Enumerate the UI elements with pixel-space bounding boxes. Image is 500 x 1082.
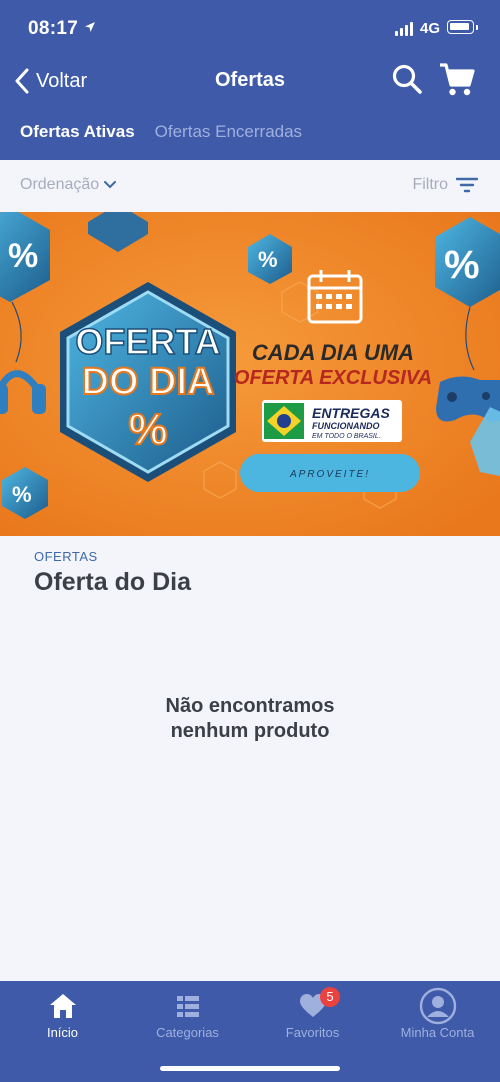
- home-indicator: [160, 1066, 340, 1071]
- favorites-badge: 5: [320, 987, 340, 1007]
- svg-text:%: %: [258, 247, 278, 272]
- search-icon: [392, 64, 422, 94]
- filter-icon: [456, 177, 478, 193]
- user-icon: [419, 987, 456, 1025]
- svg-text:%: %: [12, 482, 32, 507]
- tab-closed-offers[interactable]: Ofertas Encerradas: [155, 122, 302, 142]
- empty-state-line1: Não encontramos: [165, 695, 335, 717]
- status-bar: 08:17 4G: [0, 0, 500, 58]
- empty-state-line2: nenhum produto: [170, 720, 330, 742]
- tabbar-item-favorites[interactable]: 5 Favoritos: [250, 987, 375, 1040]
- tabbar-item-account[interactable]: Minha Conta: [375, 987, 500, 1040]
- filter-button[interactable]: Filtro: [412, 176, 478, 194]
- location-arrow-icon: [85, 22, 95, 32]
- sort-label: Ordenação: [20, 176, 100, 193]
- promo-banner-art: % % % % OFERTA DO DIA % CADA DIA UMA OFE…: [0, 212, 500, 536]
- svg-text:%: %: [444, 243, 480, 287]
- svg-text:%: %: [8, 237, 38, 275]
- banner-cta-button: APROVEITE!: [240, 454, 420, 492]
- delivery-line1: ENTREGAS: [312, 405, 390, 421]
- chevron-down-icon: [104, 181, 117, 189]
- status-time: 08:17: [28, 18, 79, 39]
- signal-icon: [395, 22, 413, 36]
- cart-button[interactable]: [438, 60, 476, 98]
- promo-banner[interactable]: % % % % OFERTA DO DIA % CADA DIA UMA OFE…: [0, 212, 500, 536]
- sort-dropdown[interactable]: Ordenação: [20, 176, 117, 194]
- offer-tabs: Ofertas Ativas Ofertas Encerradas: [20, 122, 302, 142]
- grid-icon: [176, 996, 199, 1017]
- tabbar-item-home[interactable]: Início: [0, 989, 125, 1040]
- tab-active-offers[interactable]: Ofertas Ativas: [20, 122, 135, 142]
- banner-headline-1: CADA DIA UMA: [252, 340, 414, 365]
- battery-icon: [447, 20, 474, 34]
- app-header: 08:17 4G Voltar Ofertas Ofertas Ativas O…: [0, 0, 500, 160]
- tabbar-label-account: Minha Conta: [400, 1025, 475, 1040]
- home-icon: [49, 994, 76, 1018]
- search-button[interactable]: [390, 62, 424, 96]
- cart-icon: [440, 63, 475, 96]
- tabbar-label-home: Início: [46, 1025, 79, 1040]
- network-type: 4G: [420, 20, 441, 37]
- section-title: Oferta do Dia: [34, 568, 191, 596]
- banner-cta-label: APROVEITE!: [289, 469, 370, 480]
- section-label: OFERTAS: [34, 549, 98, 564]
- delivery-line2: FUNCIONANDO: [312, 421, 380, 431]
- battery-tip: [476, 25, 478, 30]
- empty-state-message: Não encontramos nenhum produto: [0, 694, 500, 744]
- tabbar-label-categories: Categorias: [156, 1025, 219, 1040]
- filter-label: Filtro: [412, 176, 448, 193]
- tabbar-label-favorites: Favoritos: [285, 1025, 340, 1040]
- tabbar-item-categories[interactable]: Categorias: [125, 989, 250, 1040]
- banner-badge-line1: OFERTA: [75, 321, 220, 362]
- delivery-line3: EM TODO O BRASIL.: [312, 433, 381, 440]
- page-title: Ofertas: [214, 69, 286, 91]
- sort-filter-bar: Ordenação Filtro: [0, 160, 500, 213]
- delivery-box: ENTREGAS FUNCIONANDO EM TODO O BRASIL.: [262, 400, 402, 442]
- banner-headline-2: OFERTA EXCLUSIVA: [234, 367, 432, 389]
- banner-badge-line2: DO DIA: [82, 361, 215, 403]
- percent-symbol-icon: %: [128, 405, 167, 454]
